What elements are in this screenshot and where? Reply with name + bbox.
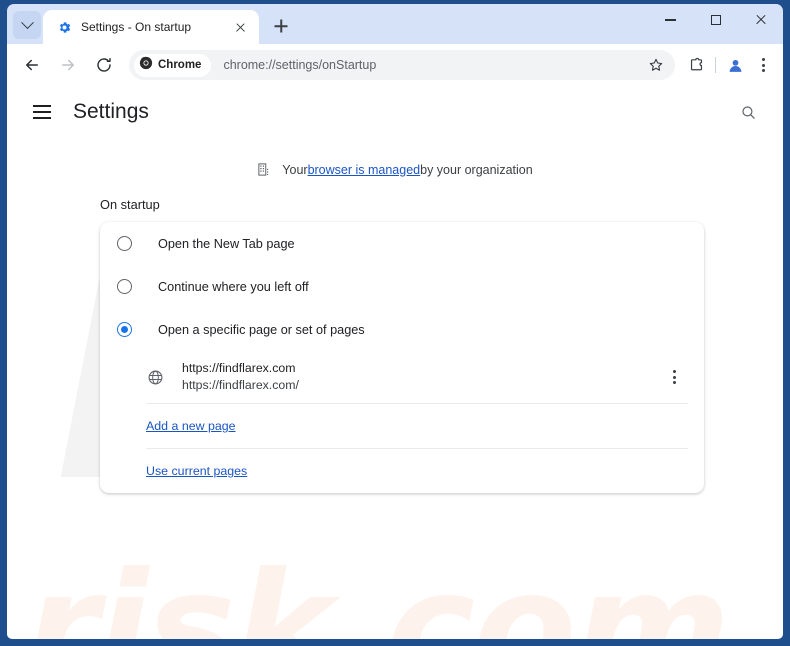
use-current-pages-link[interactable]: Use current pages <box>146 464 247 478</box>
tab-search-button[interactable] <box>13 11 41 39</box>
startup-option-label: Continue where you left off <box>158 279 309 294</box>
managed-notice-suffix: by your organization <box>420 162 533 177</box>
on-startup-card: Open the New Tab page Continue where you… <box>100 222 704 493</box>
page-title: Settings <box>73 100 149 123</box>
add-new-page-link[interactable]: Add a new page <box>146 419 236 433</box>
close-icon <box>755 14 767 26</box>
radio-icon[interactable] <box>117 279 132 294</box>
startup-page-more-button[interactable] <box>662 365 686 389</box>
radio-icon-selected[interactable] <box>117 322 132 337</box>
reload-icon <box>97 57 111 72</box>
new-tab-button[interactable] <box>267 12 295 40</box>
radio-icon[interactable] <box>117 236 132 251</box>
more-vertical-icon <box>665 368 683 386</box>
globe-icon <box>146 368 164 386</box>
section-title-on-startup: On startup <box>100 197 160 212</box>
search-icon[interactable] <box>735 99 761 125</box>
avatar <box>729 59 741 72</box>
profile-avatar[interactable] <box>721 50 749 80</box>
reload-button[interactable] <box>89 50 119 80</box>
building-icon <box>257 162 272 177</box>
chrome-chip: Chrome <box>134 53 212 77</box>
add-new-page-row[interactable]: Add a new page <box>100 404 704 448</box>
chrome-chip-label: Chrome <box>158 59 202 71</box>
managed-browser-notice: Your browser is managed by your organiza… <box>7 162 783 177</box>
settings-header: Settings <box>7 86 783 138</box>
close-window-button[interactable] <box>738 4 783 36</box>
managed-notice-prefix: Your <box>282 162 308 177</box>
startup-page-url: https://findflarex.com/ <box>182 378 299 392</box>
extensions-icon <box>690 57 702 70</box>
toolbar-divider <box>715 57 716 73</box>
watermark-domain: risk.com <box>25 541 731 639</box>
hamburger-menu-icon[interactable] <box>33 101 55 123</box>
more-vertical-icon <box>754 56 772 74</box>
startup-option-label: Open a specific page or set of pages <box>158 322 365 337</box>
window-controls <box>648 4 783 44</box>
startup-option-label: Open the New Tab page <box>158 236 295 251</box>
tab-title: Settings - On startup <box>81 20 192 34</box>
browser-window: Settings - On startup Chrome chrome://se… <box>0 0 790 646</box>
startup-option-new-tab[interactable]: Open the New Tab page <box>100 222 704 265</box>
startup-option-specific-pages[interactable]: Open a specific page or set of pages <box>100 308 704 351</box>
browser-toolbar: Chrome chrome://settings/onStartup <box>7 44 783 86</box>
use-current-pages-row[interactable]: Use current pages <box>100 449 704 493</box>
chrome-menu-button[interactable] <box>749 50 777 80</box>
forward-button[interactable] <box>53 50 83 80</box>
tab-settings[interactable]: Settings - On startup <box>43 10 259 44</box>
startup-page-title: https://findflarex.com <box>182 361 296 375</box>
extensions-button[interactable] <box>682 50 710 80</box>
gear-icon <box>56 19 72 35</box>
managed-notice-link[interactable]: browser is managed <box>308 163 421 177</box>
settings-page: PC risk.com Settings <box>7 86 783 639</box>
startup-page-row: https://findflarex.com https://findflare… <box>100 351 704 403</box>
tab-strip: Settings - On startup <box>7 4 783 44</box>
arrow-right-icon <box>62 59 74 71</box>
minimize-button[interactable] <box>648 4 693 36</box>
chrome-logo-icon <box>139 56 153 75</box>
maximize-button[interactable] <box>693 4 738 36</box>
bookmark-star-icon[interactable] <box>643 52 669 78</box>
address-bar-text[interactable]: chrome://settings/onStartup <box>223 58 376 72</box>
close-icon[interactable] <box>231 17 251 37</box>
startup-option-continue[interactable]: Continue where you left off <box>100 265 704 308</box>
arrow-left-icon <box>26 59 38 71</box>
chevron-down-icon <box>20 15 34 29</box>
minimize-icon <box>665 19 676 21</box>
address-bar[interactable]: Chrome chrome://settings/onStartup <box>129 50 675 80</box>
maximize-icon <box>710 15 721 25</box>
back-button[interactable] <box>17 50 47 80</box>
